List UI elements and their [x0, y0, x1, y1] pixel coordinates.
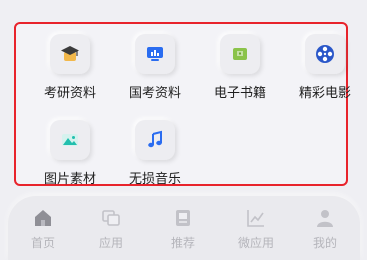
app-movies[interactable]: 精彩电影	[285, 34, 365, 101]
tab-home[interactable]: 首页	[8, 196, 78, 251]
tab-mine[interactable]: 我的	[290, 196, 360, 251]
app-label: 电子书籍	[213, 86, 266, 101]
tab-label: 我的	[312, 236, 337, 250]
user-icon	[313, 206, 337, 230]
app-music[interactable]: 无损音乐	[115, 120, 195, 187]
apps-icon	[99, 206, 123, 230]
apps-panel: 考研资料 国考资料 电子书籍 精彩电影 图片素材 无损音乐	[14, 22, 351, 187]
tab-apps[interactable]: 应用	[76, 196, 146, 251]
recommend-icon	[171, 206, 195, 230]
app-images[interactable]: 图片素材	[30, 120, 110, 187]
tab-microapps[interactable]: 微应用	[221, 196, 291, 251]
bottom-tab-bar: 首页 应用 推荐 微应用 我的	[8, 196, 360, 260]
app-label: 考研资料	[43, 86, 96, 101]
app-guokao[interactable]: 国考资料	[115, 34, 195, 101]
graduation-cap-icon	[50, 34, 90, 74]
chart-screen-icon	[135, 34, 175, 74]
tab-recommend[interactable]: 推荐	[148, 196, 218, 251]
trend-chart-icon	[244, 206, 268, 230]
app-label: 图片素材	[43, 172, 96, 187]
tab-label: 首页	[30, 236, 55, 250]
tab-label: 应用	[98, 236, 123, 250]
app-label: 无损音乐	[128, 172, 181, 187]
app-kaoyan[interactable]: 考研资料	[30, 34, 110, 101]
app-label: 国考资料	[128, 86, 181, 101]
home-icon	[31, 206, 55, 230]
music-note-icon	[135, 120, 175, 160]
tab-label: 推荐	[170, 236, 195, 250]
tab-label: 微应用	[237, 236, 274, 250]
app-label: 精彩电影	[298, 86, 351, 101]
film-reel-icon	[305, 34, 345, 74]
ebook-icon	[220, 34, 260, 74]
image-icon	[50, 120, 90, 160]
app-ebooks[interactable]: 电子书籍	[200, 34, 280, 101]
